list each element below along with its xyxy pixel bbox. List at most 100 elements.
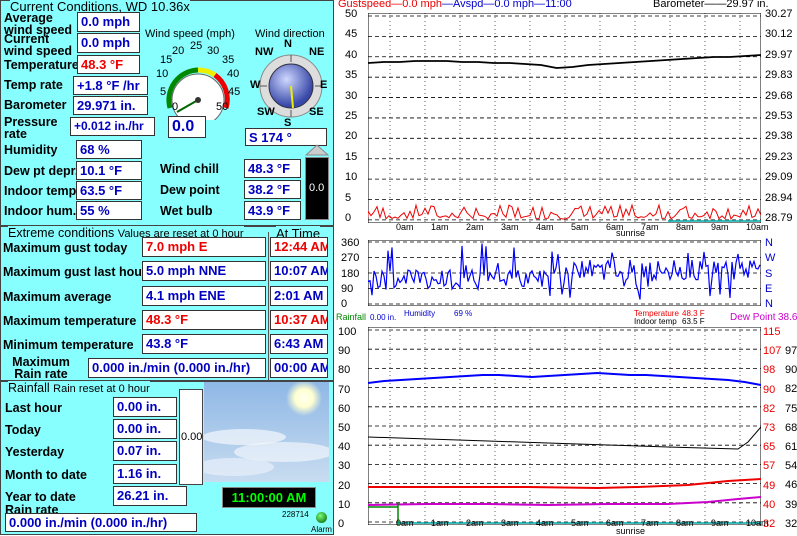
temp-rate-label: Temp rate: [4, 78, 63, 92]
extreme-row-value-0: 7.0 mph E: [142, 237, 266, 257]
top-hour-8: 8am: [676, 222, 694, 232]
rain-row-value-2: 0.07 in.: [113, 441, 177, 461]
bottom-hour-8: 8am: [676, 518, 694, 528]
wet-bulb-label: Wet bulb: [160, 204, 213, 218]
bottom-hour-3: 3am: [501, 518, 519, 528]
bottom-right1-tick-0: 115: [763, 326, 781, 338]
bottom-right1-tick-4: 82: [763, 402, 776, 415]
compass-se: SE: [309, 106, 324, 118]
extreme-row-label-2: Maximum average: [3, 290, 112, 304]
mid-right-tick-3: E: [765, 282, 773, 295]
legend-baro-value: 29.97 in.: [726, 0, 769, 10]
bottom-right2-tick-4: 68: [785, 421, 797, 434]
bottom-hour-0: 0am: [396, 518, 414, 528]
extreme-row-time-3: 10:37 AM: [270, 310, 328, 330]
dewpoint-legend: Dew Point: [730, 312, 776, 323]
avg-wind-value: 0.0 mph: [77, 12, 140, 32]
bottom-hour-1: 1am: [431, 518, 449, 528]
top-hour-1: 1am: [431, 222, 449, 232]
wind-speed-readout: 0.0: [168, 116, 206, 138]
dew-point-value: 38.2 °F: [244, 180, 301, 199]
bottom-right2-tick-9: 32: [785, 517, 797, 530]
bottom-left-tick-9: 10: [338, 498, 351, 511]
bottom-right1-tick-9: 40: [763, 498, 776, 511]
top-left-tick-2: 40: [345, 48, 358, 61]
top-left-tick-5: 25: [345, 110, 358, 122]
temp-rate-value: +1.8 °F /hr: [73, 76, 148, 95]
rain-row-value-3: 1.16 in.: [113, 464, 177, 484]
bottom-left-tick-10: 0: [338, 518, 345, 530]
wind-chill-value: 48.3 °F: [244, 159, 301, 178]
legend-time: 11:00: [545, 0, 572, 10]
legend-gust-value: 0.0 mph: [402, 0, 442, 10]
mid-right-tick-0: N: [765, 237, 773, 249]
extreme-row-label-0: Maximum gust today: [3, 241, 128, 255]
indoor-temp-label: Indoor temp.: [4, 184, 80, 198]
top-right-tick-4: 29.68: [765, 89, 793, 102]
bottom-hour-9: 9am: [711, 518, 729, 528]
legend-avg: Avspd: [452, 0, 484, 10]
extreme-row-label-4: Minimum temperature: [3, 338, 134, 352]
mid-right-tick-1: W: [765, 252, 776, 265]
bottom-right2-tick-5: 61: [785, 441, 797, 453]
wind-chill-label: Wind chill: [160, 162, 219, 176]
top-hour-3: 3am: [501, 222, 519, 232]
top-left-tick-9: 5: [345, 191, 352, 204]
extreme-row-label-3: Maximum temperature: [3, 314, 137, 328]
top-right-tick-5: 29.53: [765, 110, 793, 122]
bottom-left-tick-7: 30: [338, 460, 351, 473]
top-hour-10: 10am: [746, 222, 769, 232]
bottom-hour-4: 4am: [536, 518, 554, 528]
counter-value: 228714: [282, 510, 309, 519]
rain-row-label-4: Year to date: [5, 490, 76, 504]
mid-legend: Rainfall 0.00 in. Humidity 69 % Temperat…: [336, 309, 797, 326]
bottom-right1-tick-1: 107: [763, 345, 782, 358]
mid-right-tick-2: S: [765, 267, 773, 280]
pressure-rate-label: Pressure rate: [4, 115, 58, 141]
compass-n: N: [284, 38, 292, 50]
dew-depression-value: 10.1 °F: [76, 161, 142, 180]
barometer-label: Barometer: [4, 98, 67, 112]
mid-left-tick-1: 270: [341, 252, 360, 265]
top-graph-legend: Gustspeed—0.0 mph—Avspd—0.0 mph—11:00: [338, 0, 572, 10]
rainfall-reset-note: Rain reset at 0 hour: [53, 383, 150, 395]
top-left-tick-4: 30: [345, 89, 358, 102]
compass-sw: SW: [257, 106, 275, 118]
speed-tick-0: 0: [172, 101, 179, 113]
top-left-tick-6: 20: [345, 130, 358, 143]
rain-rate-value: 0.000 in./min (0.000 in./hr): [5, 513, 197, 532]
cur-wind-value: 0.0 mph: [77, 33, 140, 53]
extreme-divider: [268, 232, 269, 380]
rainfall-title-text: Rainfall: [8, 381, 50, 395]
legend-avg-value: 0.0 mph: [494, 0, 535, 10]
top-right-tick-0: 30.27: [765, 8, 793, 20]
rainfall-legend-value: 0.00 in.: [370, 313, 397, 322]
alarm-indicator-icon[interactable]: [316, 512, 327, 523]
dew-depression-label: Dew pt depr.: [4, 164, 79, 178]
mid-left-tick-3: 90: [341, 282, 354, 295]
top-left-tick-7: 15: [345, 150, 358, 163]
bottom-right1-tick-5: 73: [763, 422, 776, 434]
top-right-tick-6: 29.38: [765, 130, 793, 143]
max-rain-label: Maximum Rain rate: [12, 355, 70, 381]
bottom-right2-tick-6: 54: [785, 460, 797, 473]
bottom-left-tick-3: 70: [338, 383, 351, 396]
wet-bulb-value: 43.9 °F: [244, 201, 301, 220]
bottom-graph: [368, 327, 761, 525]
top-hour-4: 4am: [536, 222, 554, 232]
speed-tick-30: 30: [207, 45, 220, 57]
top-hour-5: 5am: [571, 222, 589, 232]
rain-row-value-1: 0.00 in.: [113, 419, 177, 439]
speed-tick-15: 15: [160, 54, 173, 66]
max-rain-value: 0.000 in./min (0.000 in./hr): [88, 358, 266, 378]
top-left-tick-1: 45: [345, 28, 358, 41]
top-left-tick-10: 0: [345, 212, 352, 224]
right-readout-value: 0.0: [309, 182, 325, 194]
top-right-tick-7: 29.23: [765, 150, 793, 163]
indoor-legend: Indoor temp: [634, 317, 677, 326]
top-right-tick-10: 28.79: [765, 212, 793, 224]
temperature-label: Temperature: [4, 58, 79, 72]
bottom-left-tick-2: 80: [338, 364, 351, 377]
humidity-label: Humidity: [4, 143, 58, 157]
speed-tick-5: 5: [160, 86, 167, 98]
